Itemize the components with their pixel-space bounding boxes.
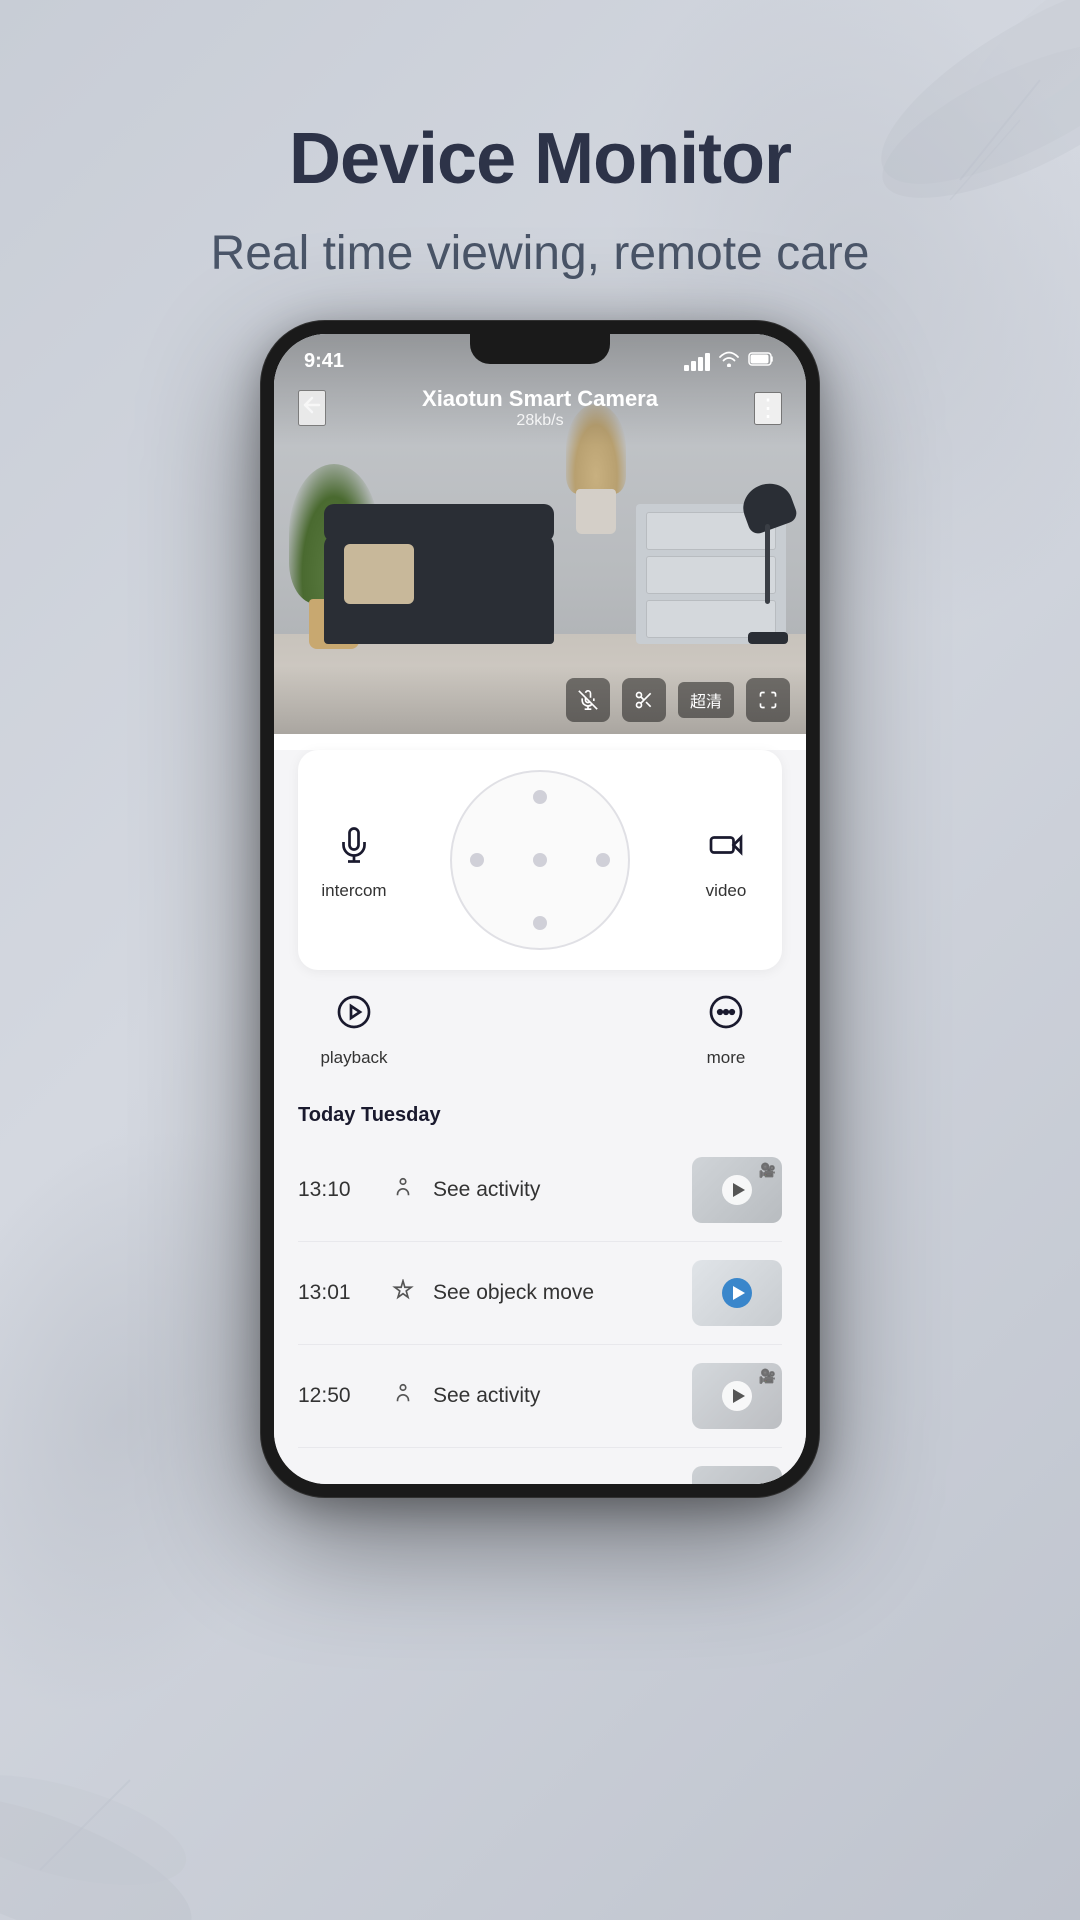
joystick[interactable] [450, 770, 630, 950]
activity-time-1: 13:10 [298, 1178, 373, 1202]
joystick-dot-center [533, 853, 547, 867]
video-icon [700, 819, 752, 871]
controls-panel: intercom [274, 750, 806, 1088]
joystick-dot-right [596, 853, 610, 867]
activity-item[interactable]: 13:10 See activity [298, 1139, 782, 1242]
more-icon [700, 986, 752, 1038]
status-icons [684, 351, 776, 372]
phone-notch [470, 334, 610, 364]
more-button[interactable]: more [686, 986, 766, 1068]
sofa [324, 534, 554, 644]
camera-view: Xiaotun Smart Camera 28kb/s ⋮ [274, 334, 806, 734]
intercom-icon [328, 819, 380, 871]
camera-speed: 28kb/s [326, 412, 754, 430]
camera-more-button[interactable]: ⋮ [754, 392, 782, 425]
playback-button[interactable]: playback [314, 986, 394, 1068]
activity-person-icon-3 [389, 1382, 417, 1410]
thumb-camera-icon-1: 🎥 [759, 1162, 776, 1179]
fullscreen-button[interactable] [746, 678, 790, 722]
video-label: video [706, 881, 747, 901]
activity-item[interactable]: 13:01 See objeck move [298, 1242, 782, 1345]
phone-mockup: 9:41 [260, 320, 820, 1498]
thumb-camera-icon-3: 🎥 [759, 1368, 776, 1385]
activity-thumb-3[interactable]: 🎥 [692, 1363, 782, 1429]
activity-item[interactable]: 12:45 See activity [298, 1448, 782, 1484]
joystick-dot-left [470, 853, 484, 867]
battery-icon [748, 351, 776, 372]
activity-desc-3: See activity [433, 1384, 676, 1408]
activity-thumb-2[interactable] [692, 1260, 782, 1326]
leaf-decoration-bottom [0, 1520, 280, 1920]
intercom-button[interactable]: intercom [314, 819, 394, 901]
joystick-dot-bottom [533, 916, 547, 930]
phone-screen: 9:41 [274, 334, 806, 1484]
playback-label: playback [320, 1048, 387, 1068]
controls-grid: intercom [298, 750, 782, 970]
camera-title-block: Xiaotun Smart Camera 28kb/s [326, 386, 754, 430]
video-button[interactable]: video [686, 819, 766, 901]
activity-day-label: Today Tuesday [298, 1088, 782, 1139]
header-section: Device Monitor Real time viewing, remote… [0, 0, 1080, 286]
quality-button[interactable]: 超清 [678, 682, 734, 718]
wifi-icon [718, 351, 740, 372]
lamp [738, 484, 798, 644]
intercom-label: intercom [321, 881, 386, 901]
mute-button[interactable] [566, 678, 610, 722]
playback-icon [328, 986, 380, 1038]
activity-object-icon-2 [389, 1279, 417, 1307]
status-time: 9:41 [304, 350, 344, 373]
page-subtitle: Real time viewing, remote care [0, 223, 1080, 285]
phone-outer-shell: 9:41 [260, 320, 820, 1498]
more-label: more [707, 1048, 746, 1068]
joystick-dot-top [533, 790, 547, 804]
activity-time-3: 12:50 [298, 1384, 373, 1408]
activity-desc-2: See objeck move [433, 1281, 676, 1305]
joystick-ring[interactable] [450, 770, 630, 950]
activity-time-2: 13:01 [298, 1281, 373, 1305]
page-title: Device Monitor [0, 120, 1080, 199]
activity-person-icon-1 [389, 1176, 417, 1204]
camera-bottom-controls: 超清 [274, 666, 806, 734]
activity-thumb-1[interactable]: 🎥 [692, 1157, 782, 1223]
activity-thumb-4[interactable] [692, 1466, 782, 1484]
signal-icon [684, 353, 710, 371]
scissors-button[interactable] [622, 678, 666, 722]
activity-item[interactable]: 12:50 See activity [298, 1345, 782, 1448]
activity-section: Today Tuesday 13:10 See activity [274, 1088, 806, 1484]
camera-name: Xiaotun Smart Camera [326, 386, 754, 412]
back-button[interactable] [298, 390, 326, 426]
activity-desc-1: See activity [433, 1178, 676, 1202]
